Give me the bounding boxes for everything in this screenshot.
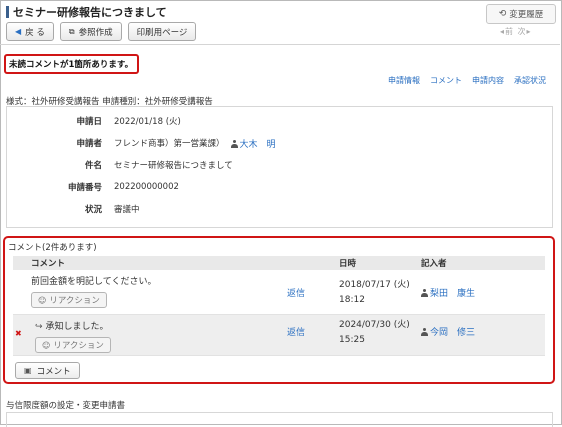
- info-value: 審議中: [114, 205, 140, 215]
- header-divider: [0, 44, 560, 45]
- info-row: 状況 審議中: [7, 200, 552, 218]
- header-comment: コメント: [31, 259, 66, 269]
- comment-text: 承知しました。: [45, 322, 109, 332]
- info-value: 202200000002: [114, 182, 179, 192]
- info-value: セミナー研修報告につきまして: [114, 161, 233, 171]
- person-icon: [421, 289, 428, 297]
- pager[interactable]: ◂前 次▸: [500, 26, 532, 37]
- comment-row: 前回金額を明記してください。 ☺ リアクション 返信 2018/07/17 (火…: [13, 270, 545, 315]
- info-value: フレンド商事）第一営業課）: [114, 139, 225, 149]
- reply-arrow-icon: ↪: [35, 322, 43, 332]
- reply-link[interactable]: 返信: [287, 289, 305, 299]
- info-label: 申請日: [76, 117, 102, 127]
- print-page-button[interactable]: 印刷用ページ: [127, 22, 197, 41]
- author-name: 梨田 康生: [430, 289, 476, 299]
- smile-icon: ☺: [42, 340, 51, 350]
- unread-comment-notice: 未読コメントが1箇所あります。: [4, 54, 139, 74]
- info-row: 申請者 フレンド商事）第一営業課） 大木 明: [7, 134, 552, 152]
- header-author: 記入者: [421, 259, 447, 269]
- reaction-wrap: ☺ リアクション: [31, 292, 287, 308]
- add-comment-button[interactable]: ▣ コメント: [15, 362, 80, 379]
- page-header: セミナー研修報告につきまして: [6, 4, 167, 20]
- link-comments[interactable]: コメント: [430, 75, 462, 86]
- link-application-content[interactable]: 申請内容: [472, 75, 504, 86]
- comment-row: ✖ ↪ 承知しました。 ☺ リアクション 返信 2024/07/30 (火) 15…: [13, 315, 545, 356]
- comment-text: 前回金額を明記してください。: [31, 277, 157, 287]
- comment-time: 18:12: [339, 295, 365, 305]
- toolbar: ◀ 戻 る ⧉ 参照作成 印刷用ページ: [6, 22, 197, 41]
- comment-table: コメント 日時 記入者 前回金額を明記してください。 ☺ リアクション 返信 2…: [13, 256, 545, 356]
- info-row: 件名 セミナー研修報告につきまして: [7, 156, 552, 174]
- info-label: 申請番号: [67, 183, 102, 193]
- add-comment-label: コメント: [36, 366, 71, 377]
- history-icon: ⟲: [498, 9, 507, 19]
- link-application-info[interactable]: 申請情報: [388, 75, 420, 86]
- back-label: 戻 る: [25, 27, 45, 38]
- comment-count-heading: コメント(2件あります): [8, 243, 97, 253]
- date-cell: 2018/07/17 (火) 18:12: [339, 270, 421, 308]
- print-page-label: 印刷用ページ: [136, 27, 188, 38]
- reference-create-button[interactable]: ⧉ 参照作成: [59, 22, 122, 41]
- author-link[interactable]: 今岡 修三: [421, 328, 475, 338]
- date-cell: 2024/07/30 (火) 15:25: [339, 315, 421, 348]
- arrow-left-icon: ◀: [15, 27, 22, 36]
- info-row: 申請日 2022/01/18 (火): [7, 112, 552, 130]
- comment-cell: ✖ ↪ 承知しました。 ☺ リアクション: [13, 315, 287, 353]
- author-cell: 今岡 修三: [421, 315, 545, 338]
- comment-time: 15:25: [339, 335, 365, 345]
- info-label: 件名: [84, 161, 102, 171]
- reaction-wrap: ☺ リアクション: [31, 337, 287, 353]
- reaction-label: リアクション: [49, 296, 100, 306]
- header-date: 日時: [339, 259, 357, 269]
- credit-section-title: 与信限度額の設定・変更申請書: [6, 401, 126, 411]
- info-label: 申請者: [76, 139, 102, 149]
- reply-line: ↪ 承知しました。: [31, 319, 287, 332]
- info-label: 状況: [84, 205, 102, 215]
- author-cell: 梨田 康生: [421, 270, 545, 299]
- applicant-person-link[interactable]: 大木 明: [230, 137, 276, 150]
- reaction-button[interactable]: ☺ リアクション: [35, 337, 111, 353]
- application-info-panel: 申請日 2022/01/18 (火) 申請者 フレンド商事）第一営業課） 大木 …: [6, 106, 553, 228]
- applicant-name: 大木 明: [239, 139, 276, 150]
- reference-create-label: 参照作成: [78, 27, 113, 38]
- author-name: 今岡 修三: [430, 328, 476, 338]
- link-approval-status[interactable]: 承認状況: [514, 75, 546, 86]
- reaction-button[interactable]: ☺ リアクション: [31, 292, 107, 308]
- section-links: 申請情報 コメント 申請内容 承認状況: [388, 75, 546, 86]
- reaction-label: リアクション: [53, 341, 104, 351]
- reply-cell: 返信: [287, 270, 339, 299]
- copy-icon: ⧉: [68, 26, 75, 36]
- change-history-label: 変更履歴: [509, 10, 544, 20]
- person-icon: [421, 328, 428, 336]
- author-link[interactable]: 梨田 康生: [421, 289, 475, 299]
- info-value: 2022/01/18 (火): [114, 117, 181, 127]
- reply-cell: 返信: [287, 315, 339, 338]
- info-row: 申請番号 202200000002: [7, 178, 552, 196]
- comment-cell: 前回金額を明記してください。 ☺ リアクション: [13, 270, 287, 308]
- comment-table-header: コメント 日時 記入者: [13, 256, 545, 270]
- comment-date: 2018/07/17 (火): [339, 280, 410, 290]
- page-title: セミナー研修報告につきまして: [13, 6, 167, 19]
- unread-marker-icon: ✖: [15, 329, 22, 338]
- smile-icon: ☺: [38, 295, 47, 305]
- comment-section: コメント(2件あります) コメント 日時 記入者 前回金額を明記してください。 …: [3, 236, 555, 384]
- person-icon: [230, 139, 238, 148]
- back-button[interactable]: ◀ 戻 る: [6, 22, 54, 41]
- comment-icon: ▣: [24, 366, 32, 375]
- change-history-button[interactable]: ⟲ 変更履歴: [486, 4, 556, 24]
- title-marker: [6, 6, 9, 18]
- reply-link[interactable]: 返信: [287, 328, 305, 338]
- comment-date: 2024/07/30 (火): [339, 320, 410, 330]
